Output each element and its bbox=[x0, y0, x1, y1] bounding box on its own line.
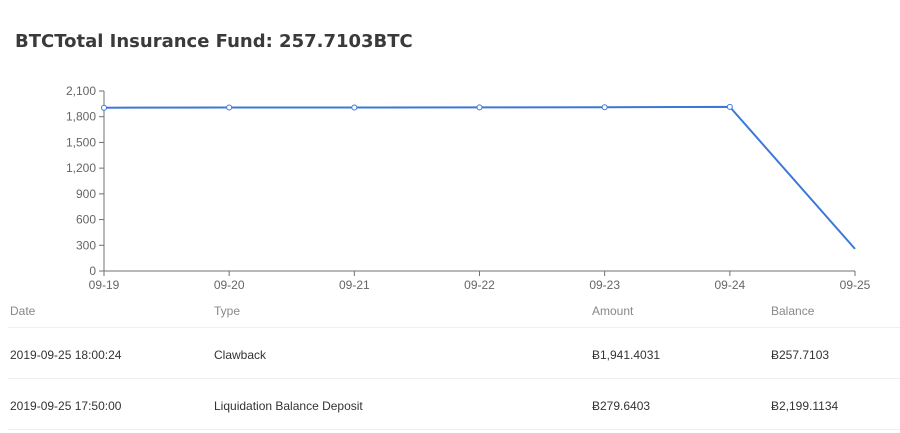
data-point bbox=[726, 103, 733, 110]
y-tick-label: 1,200 bbox=[66, 161, 96, 175]
y-tick-label: 900 bbox=[76, 187, 96, 201]
x-tick-label: 09-22 bbox=[464, 278, 495, 292]
series-line bbox=[103, 105, 856, 250]
row-date: 2019-09-25 17:50:00 bbox=[10, 399, 122, 413]
insurance-fund-page: BTCTotal Insurance Fund: 257.7103BTC 0 30… bbox=[0, 0, 900, 433]
column-header-balance: Balance bbox=[771, 304, 815, 318]
x-tick-label: 09-23 bbox=[589, 278, 620, 292]
x-tick-label: 09-25 bbox=[840, 278, 871, 292]
row-balance: Ƀ2,199.1134 bbox=[771, 399, 839, 413]
y-tick-label: 1,500 bbox=[66, 135, 96, 149]
line-chart: 0 300 600 900 1,200 1,500 1,800 2,100 09-19 09-20… bbox=[66, 84, 871, 292]
y-tick-label: 1,800 bbox=[66, 110, 96, 124]
y-tick-label: 600 bbox=[76, 213, 96, 227]
row-date: 2019-09-25 18:00:24 bbox=[10, 348, 122, 362]
y-tick-label: 2,100 bbox=[66, 84, 96, 98]
row-type: Liquidation Balance Deposit bbox=[214, 399, 363, 413]
data-point bbox=[476, 104, 483, 111]
x-tick-label: 09-24 bbox=[714, 278, 745, 292]
column-header-type: Type bbox=[214, 304, 241, 318]
page-title: BTCTotal Insurance Fund: 257.7103BTC bbox=[15, 31, 413, 52]
table-row: 2019-09-25 18:00:24 Clawback Ƀ1,941.4031… bbox=[8, 328, 900, 379]
row-amount: Ƀ1,941.4031 bbox=[592, 348, 661, 362]
table-row: 2019-09-25 17:50:00 Liquidation Balance … bbox=[8, 379, 900, 430]
x-tick-label: 09-21 bbox=[339, 278, 370, 292]
x-tick-label: 09-20 bbox=[214, 278, 245, 292]
column-header-amount: Amount bbox=[592, 304, 634, 318]
table-header-row: Date Type Amount Balance bbox=[8, 296, 900, 328]
column-header-date: Date bbox=[10, 304, 36, 318]
y-tick-label: 0 bbox=[89, 264, 96, 278]
data-point bbox=[101, 104, 107, 111]
row-amount: Ƀ279.6403 bbox=[592, 399, 651, 413]
x-tick-label: 09-19 bbox=[89, 278, 120, 292]
row-balance: Ƀ257.7103 bbox=[771, 348, 830, 362]
insurance-fund-chart: 0 300 600 900 1,200 1,500 1,800 2,100 09-19 09-20… bbox=[0, 78, 900, 298]
row-type: Clawback bbox=[214, 348, 267, 362]
fund-history-table: Date Type Amount Balance 2019-09-25 18:0… bbox=[8, 296, 900, 430]
data-point bbox=[351, 104, 358, 111]
data-point bbox=[226, 104, 233, 111]
data-point bbox=[601, 104, 608, 111]
y-tick-label: 300 bbox=[76, 238, 96, 252]
